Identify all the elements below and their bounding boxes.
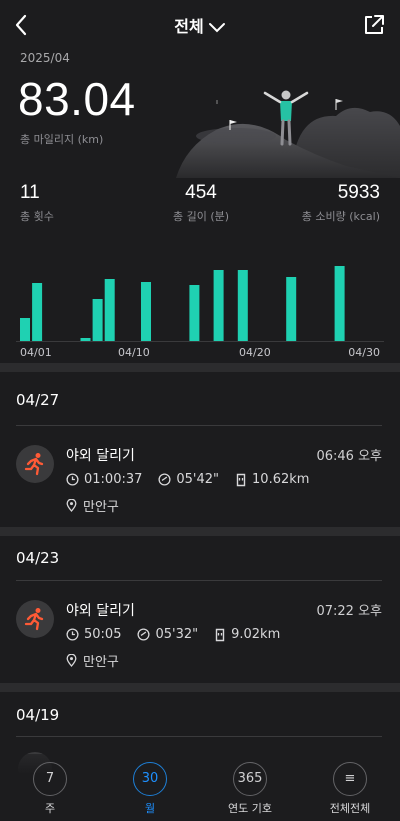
activity-distance: 9.02km — [231, 627, 281, 642]
divider-line — [16, 580, 382, 581]
tab-month[interactable]: 30 월 — [110, 762, 190, 816]
activity-start-time: 06:46 오후 — [316, 449, 382, 464]
distance-shoe-icon — [236, 473, 246, 486]
chart-x-tick-label: 04/01 — [20, 346, 52, 359]
tab-all[interactable]: ≡ 전체전체 — [310, 762, 390, 816]
chart-bar-day-23[interactable] — [286, 277, 297, 341]
chart-bar-day-6[interactable] — [80, 338, 91, 341]
month-circle-icon: 30 — [133, 762, 167, 796]
activity-location: 만안구 — [66, 651, 119, 670]
tab-label: 월 — [144, 802, 156, 815]
date-header: 04/19 — [16, 706, 60, 724]
top-bar: 전체 — [0, 0, 400, 50]
activity-title: 야외 달리기 — [66, 448, 135, 464]
running-activity-icon — [16, 445, 54, 483]
runner-on-hill-illustration — [176, 90, 400, 178]
chart-bar-day-11[interactable] — [141, 282, 151, 341]
period-label: 2025/04 — [20, 51, 70, 65]
tab-year[interactable]: 365 연도 기호 — [210, 762, 290, 816]
divider-line — [16, 736, 382, 737]
share-export-icon[interactable] — [362, 13, 386, 37]
page-title: 전체 — [174, 17, 204, 36]
stat-total-calories: 5933 총 소비량 (kcal) — [302, 182, 380, 224]
activity-location: 만안구 — [66, 496, 119, 515]
chart-bar-day-15[interactable] — [189, 285, 200, 341]
chevron-down-icon — [208, 22, 225, 32]
chart-x-tick-label: 04/30 — [348, 346, 380, 359]
tab-label: 주 — [44, 802, 56, 815]
tab-label: 연도 기호 — [228, 802, 272, 815]
activity-row[interactable]: 야외 달리기 06:46 오후 01:00:37 05'42" 10.62km … — [0, 441, 400, 521]
section-divider — [0, 683, 400, 692]
week-circle-icon: 7 — [33, 762, 67, 796]
chart-bar-day-19[interactable] — [237, 270, 248, 341]
activity-location-text: 만안구 — [83, 655, 119, 670]
location-pin-icon — [66, 654, 77, 667]
activity-pace: 05'32" — [155, 627, 199, 642]
date-header: 04/27 — [16, 391, 60, 409]
stat-label: 총 길이 (분) — [172, 210, 230, 223]
activity-duration: 01:00:37 — [84, 472, 143, 487]
chart-bar-day-8[interactable] — [104, 279, 115, 341]
period-tab-bar: 7 주 30 월 365 연도 기호 ≡ 전체전체 — [0, 754, 400, 821]
tab-label: 전체전체 — [329, 802, 371, 815]
chart-bar-day-2[interactable] — [32, 283, 43, 341]
pace-gauge-icon — [158, 473, 171, 486]
year-circle-icon: 365 — [233, 762, 267, 796]
stat-value: 454 — [185, 182, 217, 203]
section-divider — [0, 527, 400, 536]
chart-x-tick-label: 04/20 — [239, 346, 271, 359]
stat-value: 5933 — [337, 182, 380, 203]
clock-icon — [66, 628, 79, 641]
running-activity-icon — [16, 600, 54, 638]
total-mileage-value: 83.04 — [18, 73, 136, 125]
stat-total-duration: 454 총 길이 (분) — [170, 182, 232, 224]
tab-week[interactable]: 7 주 — [10, 762, 90, 816]
activity-metrics: 50:05 05'32" 9.02km — [66, 627, 296, 642]
activity-metrics: 01:00:37 05'42" 10.62km — [66, 472, 325, 487]
activity-location-text: 만안구 — [83, 500, 119, 515]
date-header: 04/23 — [16, 549, 60, 567]
distance-shoe-icon — [215, 628, 225, 641]
location-pin-icon — [66, 499, 77, 512]
chart-bar-day-17[interactable] — [213, 270, 224, 341]
stat-label: 총 소비량 (kcal) — [301, 210, 380, 223]
total-mileage-label: 총 마일리지 (km) — [20, 133, 104, 146]
menu-lines-icon: ≡ — [333, 762, 367, 796]
daily-distance-bar-chart[interactable]: 04/01 04/10 04/20 04/30 — [16, 255, 384, 360]
pace-gauge-icon — [137, 628, 151, 641]
activity-distance: 10.62km — [252, 472, 310, 487]
chart-bar-day-1[interactable] — [20, 318, 30, 341]
activity-pace: 05'42" — [176, 472, 220, 487]
stat-label: 총 횟수 — [20, 210, 54, 223]
clock-icon — [66, 473, 79, 486]
chart-bar-day-7[interactable] — [92, 299, 103, 341]
activity-title: 야외 달리기 — [66, 603, 135, 619]
chart-x-tick-label: 04/10 — [118, 346, 150, 359]
section-divider — [0, 363, 400, 372]
chart-bar-day-27[interactable] — [334, 266, 345, 341]
stat-value: 11 — [20, 182, 40, 203]
activity-duration: 50:05 — [84, 627, 122, 642]
activity-row[interactable]: 야외 달리기 07:22 오후 50:05 05'32" 9.02km 만안구 — [0, 596, 400, 676]
activity-start-time: 07:22 오후 — [316, 604, 382, 619]
period-selector[interactable]: 전체 — [0, 13, 400, 37]
divider-line — [16, 425, 382, 426]
stat-total-count: 11 총 횟수 — [20, 182, 54, 224]
